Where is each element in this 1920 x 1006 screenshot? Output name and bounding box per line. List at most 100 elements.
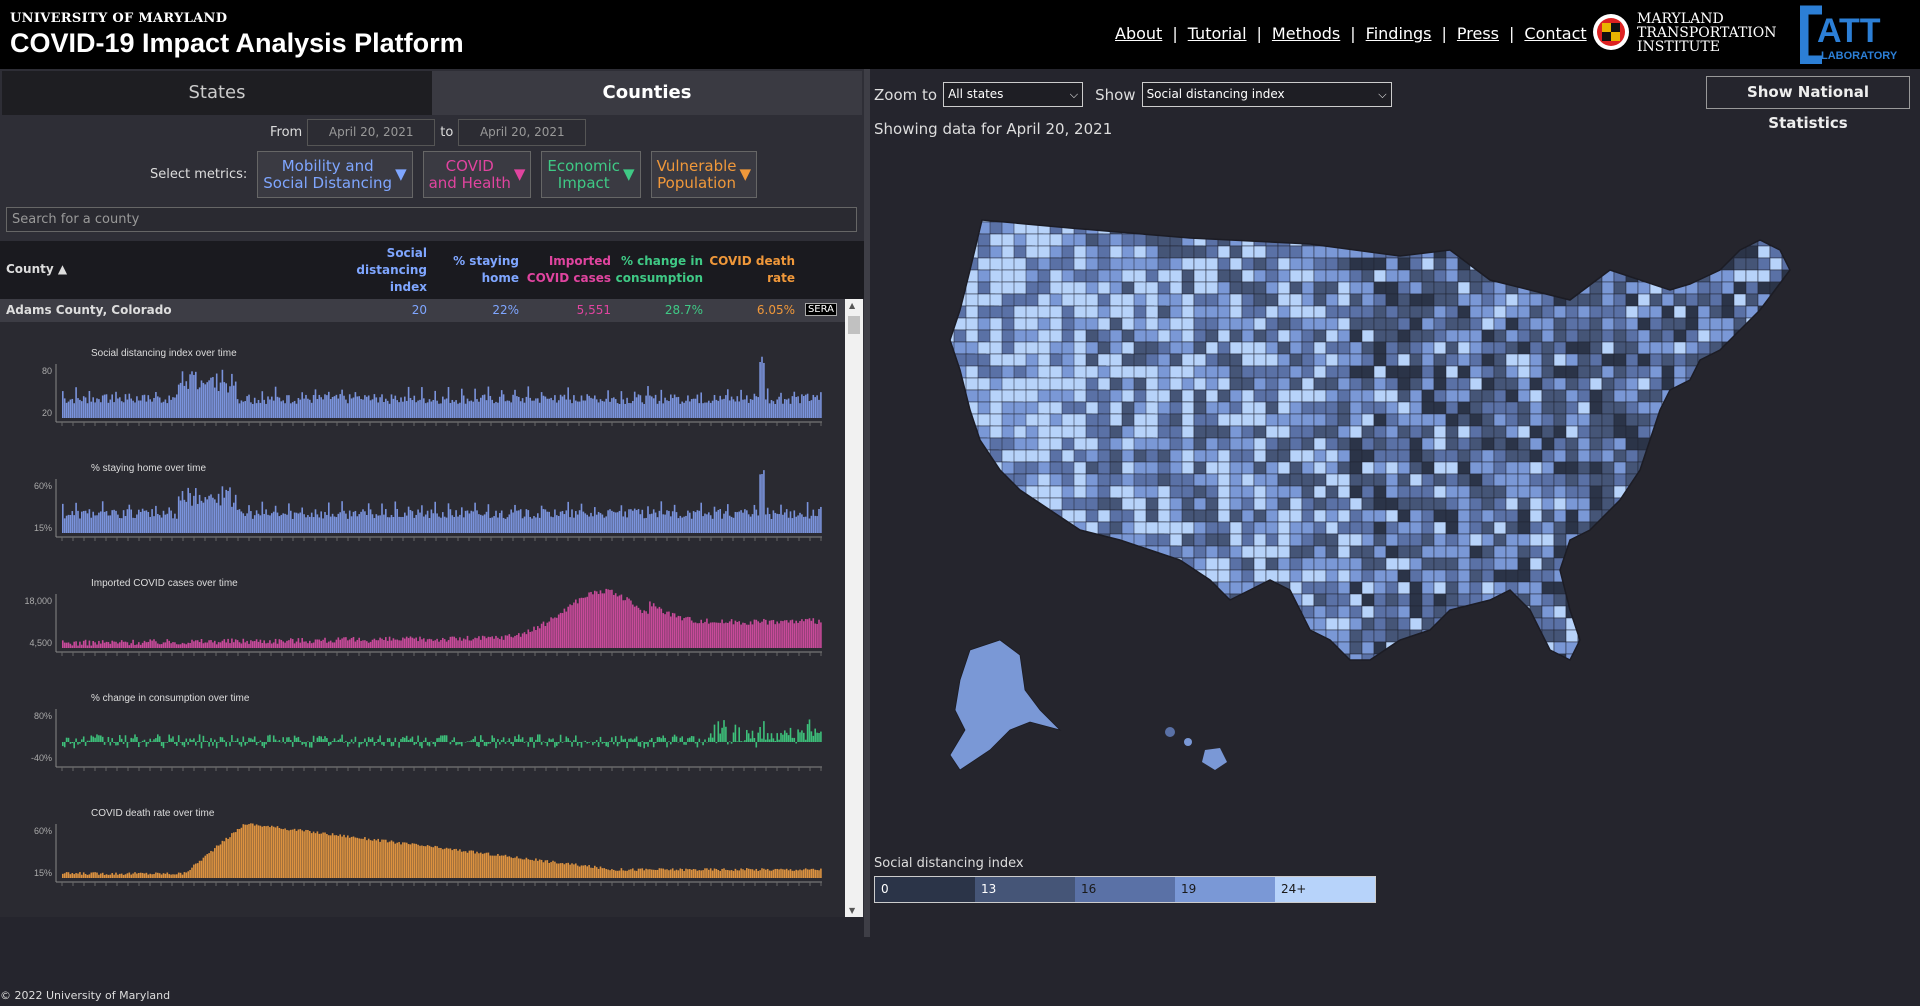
column-header-staying-home[interactable]: % stayinghome bbox=[453, 253, 519, 287]
cell-social-distancing: 20 bbox=[412, 303, 427, 317]
county-search-input[interactable]: Search for a county bbox=[6, 207, 857, 232]
date-range: From April 20, 2021 to April 20, 2021 bbox=[270, 119, 586, 146]
cell-death-rate: 6.05% bbox=[757, 303, 795, 317]
charts-svg: Social distancing index over time 80 20 % s… bbox=[0, 322, 845, 917]
zoom-label: Zoom to bbox=[874, 86, 937, 104]
cell-consumption: 28.7% bbox=[665, 303, 703, 317]
chevron-down-icon: ⌵ bbox=[1070, 83, 1078, 106]
county-polygons bbox=[930, 210, 1850, 810]
chart-bars bbox=[62, 470, 822, 533]
nav-separator: | bbox=[1257, 24, 1262, 43]
sera-badge[interactable]: SERA bbox=[805, 303, 837, 316]
metric-economic-button[interactable]: EconomicImpact▼ bbox=[541, 151, 640, 198]
left-panel: States Counties From April 20, 2021 to A… bbox=[0, 69, 864, 917]
legend-bin: 16 bbox=[1075, 877, 1175, 902]
dropdown-arrow-icon: ▼ bbox=[395, 166, 407, 183]
nav-findings[interactable]: Findings bbox=[1366, 24, 1432, 43]
map-controls: Zoom to All states⌵ Show Social distanci… bbox=[874, 82, 1392, 107]
nav-methods[interactable]: Methods bbox=[1272, 24, 1340, 43]
metrics-selector: Select metrics: Mobility andSocial Dista… bbox=[150, 151, 757, 198]
y-tick-label: 60% bbox=[34, 481, 52, 491]
panel-divider[interactable] bbox=[864, 69, 870, 937]
legend-bin: 24+ bbox=[1275, 877, 1375, 902]
scroll-down-icon[interactable]: ▼ bbox=[849, 906, 855, 915]
chevron-down-icon: ⌵ bbox=[1378, 83, 1386, 106]
county-name: Adams County, Colorado bbox=[6, 303, 172, 317]
show-national-statistics-button[interactable]: Show National Statistics bbox=[1706, 76, 1910, 109]
chart-bars bbox=[62, 823, 822, 878]
from-date-input[interactable]: April 20, 2021 bbox=[307, 119, 435, 146]
from-label: From bbox=[270, 125, 302, 140]
hawaii-shape[interactable] bbox=[1165, 727, 1227, 770]
maryland-seal-icon[interactable] bbox=[1592, 12, 1630, 52]
dropdown-arrow-icon: ▼ bbox=[514, 166, 526, 183]
y-tick-label: 4,500 bbox=[29, 638, 52, 648]
legend-title: Social distancing index bbox=[874, 856, 1024, 871]
nav-contact[interactable]: Contact bbox=[1524, 24, 1586, 43]
scrollbar-thumb[interactable] bbox=[848, 316, 860, 334]
show-metric-select[interactable]: Social distancing index⌵ bbox=[1142, 82, 1392, 107]
time-series-charts: Social distancing index over time 80 20 % s… bbox=[0, 322, 845, 917]
scrollbar[interactable]: ▲ ▼ bbox=[845, 299, 863, 917]
legend-bin: 13 bbox=[975, 877, 1075, 902]
y-tick-label: 15% bbox=[34, 523, 52, 533]
chart-title: COVID death rate over time bbox=[91, 808, 215, 819]
chart-title: % staying home over time bbox=[91, 463, 206, 474]
zoom-select[interactable]: All states⌵ bbox=[943, 82, 1083, 107]
metric-vulnerable-button[interactable]: VulnerablePopulation▼ bbox=[651, 151, 757, 198]
y-tick-label: 15% bbox=[34, 868, 52, 878]
column-header-social-distancing[interactable]: Socialdistancingindex bbox=[356, 245, 427, 296]
chart-bars bbox=[62, 589, 822, 648]
nav-separator: | bbox=[1509, 24, 1514, 43]
alaska-shape[interactable] bbox=[950, 640, 1060, 770]
nav-tutorial[interactable]: Tutorial bbox=[1188, 24, 1247, 43]
us-county-map[interactable] bbox=[930, 210, 1850, 810]
map-legend: 0 13 16 19 24+ bbox=[874, 876, 1376, 903]
nav-about[interactable]: About bbox=[1115, 24, 1162, 43]
nav-press[interactable]: Press bbox=[1457, 24, 1499, 43]
catt-lab-logo[interactable]: ATT LABORATORY bbox=[1800, 4, 1910, 64]
legend-bin: 0 bbox=[875, 877, 975, 902]
header-bar: UNIVERSITY OF MARYLAND COVID-19 Impact A… bbox=[0, 0, 1920, 69]
y-tick-label: 60% bbox=[34, 826, 52, 836]
svg-text:ATT: ATT bbox=[1817, 12, 1881, 50]
legend-bin: 19 bbox=[1175, 877, 1275, 902]
table-header: County ▲ Socialdistancingindex % staying… bbox=[0, 241, 864, 299]
tab-counties[interactable]: Counties bbox=[432, 71, 862, 115]
dropdown-arrow-icon: ▼ bbox=[740, 166, 752, 183]
column-header-death-rate[interactable]: COVID deathrate bbox=[709, 253, 795, 287]
to-date-input[interactable]: April 20, 2021 bbox=[458, 119, 586, 146]
y-tick-label: -40% bbox=[31, 753, 52, 763]
app-title: COVID-19 Impact Analysis Platform bbox=[10, 28, 464, 59]
metric-mobility-button[interactable]: Mobility andSocial Distancing▼ bbox=[257, 151, 412, 198]
nav-separator: | bbox=[1442, 24, 1447, 43]
tab-states[interactable]: States bbox=[2, 71, 432, 115]
chart-title: Social distancing index over time bbox=[91, 348, 237, 359]
dropdown-arrow-icon: ▼ bbox=[623, 166, 635, 183]
y-tick-label: 80 bbox=[42, 366, 52, 376]
scroll-up-icon[interactable]: ▲ bbox=[849, 301, 855, 310]
footer-copyright: © 2022 University of Maryland bbox=[0, 986, 864, 1006]
showing-date-text: Showing data for April 20, 2021 bbox=[874, 120, 1112, 138]
show-label: Show bbox=[1095, 86, 1135, 104]
cell-imported-cases: 5,551 bbox=[577, 303, 611, 317]
column-header-imported-cases[interactable]: ImportedCOVID cases bbox=[527, 253, 611, 287]
to-label: to bbox=[440, 125, 453, 140]
table-row[interactable]: Adams County, Colorado 20 22% 5,551 28.7… bbox=[0, 299, 845, 322]
chart-title: Imported COVID cases over time bbox=[91, 578, 238, 589]
university-name: UNIVERSITY OF MARYLAND bbox=[10, 11, 227, 26]
institute-name[interactable]: MARYLAND TRANSPORTATION INSTITUTE bbox=[1637, 12, 1777, 54]
cell-staying-home: 22% bbox=[492, 303, 519, 317]
chart-title: % change in consumption over time bbox=[91, 693, 250, 704]
svg-text:LABORATORY: LABORATORY bbox=[1821, 50, 1898, 62]
top-nav: About | Tutorial | Methods | Findings | Pres… bbox=[1115, 24, 1587, 43]
y-tick-label: 80% bbox=[34, 711, 52, 721]
y-tick-label: 20 bbox=[42, 408, 52, 418]
chart-bars bbox=[62, 719, 822, 748]
metrics-label: Select metrics: bbox=[150, 167, 247, 182]
county-column-header[interactable]: County ▲ bbox=[6, 261, 67, 278]
nav-separator: | bbox=[1350, 24, 1355, 43]
metric-covid-health-button[interactable]: COVIDand Health▼ bbox=[423, 151, 532, 198]
column-header-consumption[interactable]: % change inconsumption bbox=[616, 253, 703, 287]
chart-bars bbox=[62, 357, 822, 418]
